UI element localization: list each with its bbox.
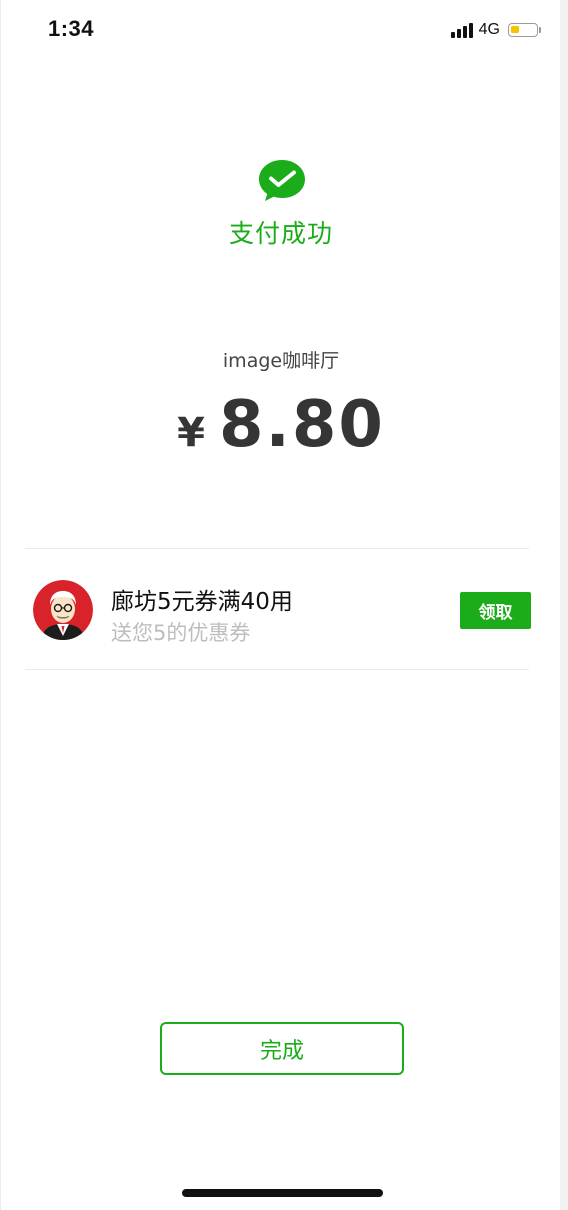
status-time: 1:34 (48, 16, 95, 41)
payment-success-screen: 1:34 4G 支付成功 image咖啡厅 ¥ 8.80 廊坊5元券满40用 送… (0, 0, 560, 1210)
network-label: 4G (478, 21, 500, 38)
currency-symbol: ¥ (177, 410, 205, 456)
signal-icon (450, 22, 473, 38)
status-indicators: 4G (450, 21, 541, 39)
battery-level (511, 26, 519, 33)
coupon-row: 廊坊5元券满40用 送您5的优惠券 领取 (25, 549, 537, 670)
check-bubble-icon (259, 160, 305, 201)
claim-coupon-button[interactable]: 领取 (460, 592, 531, 629)
home-indicator[interactable] (182, 1189, 383, 1197)
payment-amount: ¥ 8.80 (1, 388, 561, 462)
edge-strip (560, 0, 568, 1210)
done-button[interactable]: 完成 (160, 1022, 404, 1075)
amount-value: 8.80 (218, 388, 385, 462)
payment-success-title: 支付成功 (228, 219, 333, 248)
coupon-subtitle: 送您5的优惠券 (111, 621, 251, 645)
divider-bottom (25, 669, 529, 670)
coupon-title: 廊坊5元券满40用 (111, 589, 293, 615)
battery-icon (508, 23, 541, 37)
merchant-avatar-icon (33, 580, 93, 640)
merchant-name: image咖啡厅 (222, 350, 340, 372)
